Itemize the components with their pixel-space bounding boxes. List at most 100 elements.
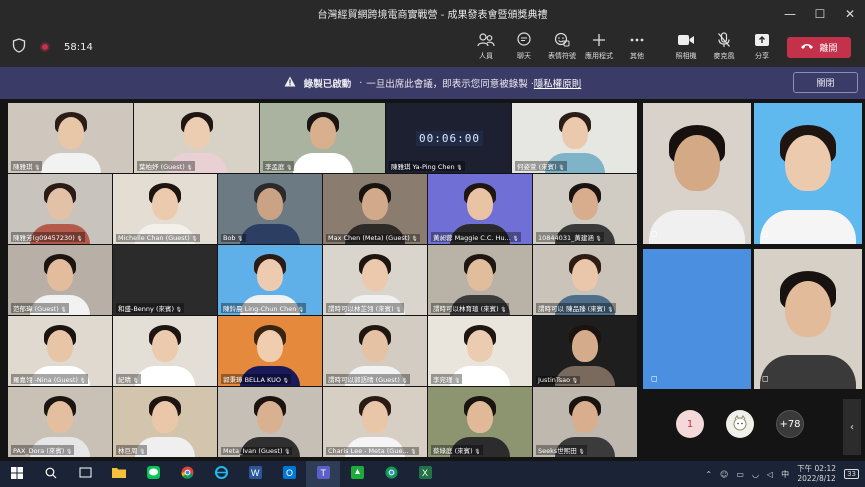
video-tile[interactable]: Bob (218, 174, 322, 244)
outlook-button[interactable]: O (272, 461, 306, 487)
network-icon[interactable]: ◡ (752, 470, 759, 479)
video-tile[interactable]: Meta_Ivan (Guest) (218, 387, 322, 457)
participant-face (47, 330, 73, 362)
pinned-video-tile[interactable]: ◻ (643, 103, 751, 244)
video-tile[interactable]: JustinTsao (533, 316, 637, 386)
meeting-timer: 58:14 (64, 41, 93, 53)
participant-roster: 1 +78 (643, 393, 865, 455)
raised-hand-avatar[interactable]: 1 (676, 410, 704, 438)
video-tile[interactable]: Charis Lee - Meta (Gue... (323, 387, 427, 457)
chat-button[interactable]: 聊天 (507, 31, 541, 63)
line-app-button[interactable] (136, 461, 170, 487)
video-tile[interactable]: PAX_Dora (來賓) (8, 387, 112, 457)
participant-name: 林巨周 (116, 445, 148, 455)
video-tile[interactable]: 00:06:00 陳雅琪 Ya-Ping Chen (386, 103, 511, 173)
start-button[interactable] (0, 461, 34, 487)
participant-name: 李宛瑾 (431, 374, 463, 384)
video-tile[interactable]: 李孟庭 (260, 103, 385, 173)
edge-button[interactable] (204, 461, 238, 487)
apps-icon (592, 31, 606, 48)
teams-icon: T (316, 466, 330, 482)
video-tile[interactable]: 謂時可以 陳品臻 (來賓) (533, 245, 637, 315)
countdown-clock: 00:06:00 (416, 131, 483, 146)
video-tile[interactable]: 陳鈴晨 Ling-Chun Chen (218, 245, 322, 315)
notification-badge[interactable]: 33 (844, 469, 859, 479)
line-icon (146, 466, 160, 482)
video-tile[interactable]: 謂時可以林育瑄 (來賓) (428, 245, 532, 315)
roster-count-badge: 1 (686, 418, 694, 430)
video-tile[interactable]: Max Chen (Meta) (Guest) (323, 174, 427, 244)
participant-name: 羅嘉翎 -Nina (Guest) (11, 374, 88, 384)
participant-body (240, 224, 300, 244)
video-tile[interactable]: 葉柏妤 (Guest) (134, 103, 259, 173)
word-button[interactable]: W (238, 461, 272, 487)
people-button[interactable]: 人員 (469, 31, 503, 63)
language-icon[interactable]: 中 (781, 469, 789, 480)
battery-icon[interactable]: ▭ (736, 470, 744, 479)
participant-face (183, 117, 210, 149)
video-tile[interactable]: 郭秉璋 BELLA KUO (218, 316, 322, 386)
participant-face (257, 259, 283, 291)
clock-time: 下午 02:12 (797, 464, 837, 473)
participant-face (572, 330, 598, 362)
more-button[interactable]: 其他 (620, 31, 654, 63)
minimize-button[interactable]: — (775, 0, 805, 27)
more-participants-button[interactable]: +78 (776, 410, 804, 438)
pinned-video-tile[interactable]: ◻ (754, 103, 862, 244)
video-tile[interactable]: 陳雅琪 (8, 103, 133, 173)
people-tray-icon[interactable]: ☺ (720, 470, 728, 479)
pinned-video-tile[interactable]: ◻ (643, 249, 751, 389)
search-button[interactable] (34, 461, 68, 487)
file-explorer-button[interactable] (102, 461, 136, 487)
cartoon-avatar-icon (731, 414, 749, 435)
close-window-button[interactable]: ✕ (835, 0, 865, 27)
video-tile[interactable]: 陳雅芳(g09457230) (8, 174, 112, 244)
participant-name: JustinTsao (536, 376, 581, 384)
video-tile[interactable]: 謂時可以林芷翎 (來賓) (323, 245, 427, 315)
avatar[interactable] (726, 410, 754, 438)
emoji-button[interactable]: 表情符號 (545, 31, 579, 63)
video-tile[interactable]: Seeks世熙田 (533, 387, 637, 457)
participant-body (292, 153, 353, 173)
clock[interactable]: 下午 02:12 2022/8/12 (797, 464, 836, 484)
video-tile[interactable]: 紀晴 (113, 316, 217, 386)
volume-icon[interactable]: ◁ (767, 470, 773, 479)
share-button[interactable]: 分享 (745, 31, 779, 63)
app-green-button[interactable] (340, 461, 374, 487)
video-tile[interactable]: 羅嘉翎 -Nina (Guest) (8, 316, 112, 386)
teams-button[interactable]: T (306, 461, 340, 487)
dismiss-banner-button[interactable]: 關閉 (793, 72, 858, 93)
apps-button[interactable]: 應用程式 (582, 31, 616, 63)
video-tile[interactable]: 李宛瑾 (428, 316, 532, 386)
folder-icon (112, 467, 126, 481)
pinned-video-tile[interactable]: ◻ (754, 249, 862, 389)
video-tile[interactable]: 10844031_黃建涵 (533, 174, 637, 244)
privacy-policy-link[interactable]: 隱私權原則 (534, 76, 582, 90)
video-tile[interactable]: Michelle Chan (Guest) (113, 174, 217, 244)
video-tile[interactable]: 謂時可以郭語晴 (Guest) (323, 316, 427, 386)
video-tile[interactable]: 何姿萱 (來賓) (512, 103, 637, 173)
video-tile[interactable]: 和盛-Benny (來賓) (113, 245, 217, 315)
task-view-button[interactable] (68, 461, 102, 487)
chevron-up-icon[interactable]: ⌃ (705, 470, 712, 479)
chrome-button[interactable] (170, 461, 204, 487)
shield-icon[interactable] (12, 37, 26, 57)
participant-body (760, 210, 856, 244)
participant-face (362, 401, 388, 433)
video-tile[interactable]: 蔡綠庭 (來賓) (428, 387, 532, 457)
video-tile[interactable]: 林巨周 (113, 387, 217, 457)
maximize-button[interactable]: ☐ (805, 0, 835, 27)
microphone-button[interactable]: 麥克風 (707, 31, 741, 63)
pin-status-icon: ◻ (651, 374, 658, 383)
more-icon (630, 31, 644, 48)
chrome-profile-button[interactable] (374, 461, 408, 487)
camera-button[interactable]: 照相機 (669, 31, 703, 63)
pin-status-icon: ◻ (651, 229, 658, 238)
roster-scroll-left-button[interactable]: ‹ (843, 399, 861, 455)
excel-button[interactable]: X (408, 461, 442, 487)
video-tile[interactable]: 黃昶蓉 Maggie C.C. Hu... (428, 174, 532, 244)
video-tile[interactable]: 范郁瑋 (Guest) (8, 245, 112, 315)
participant-name: Bob (221, 234, 246, 242)
chevron-left-icon: ‹ (850, 421, 854, 433)
leave-button[interactable]: 離開 (787, 37, 851, 58)
